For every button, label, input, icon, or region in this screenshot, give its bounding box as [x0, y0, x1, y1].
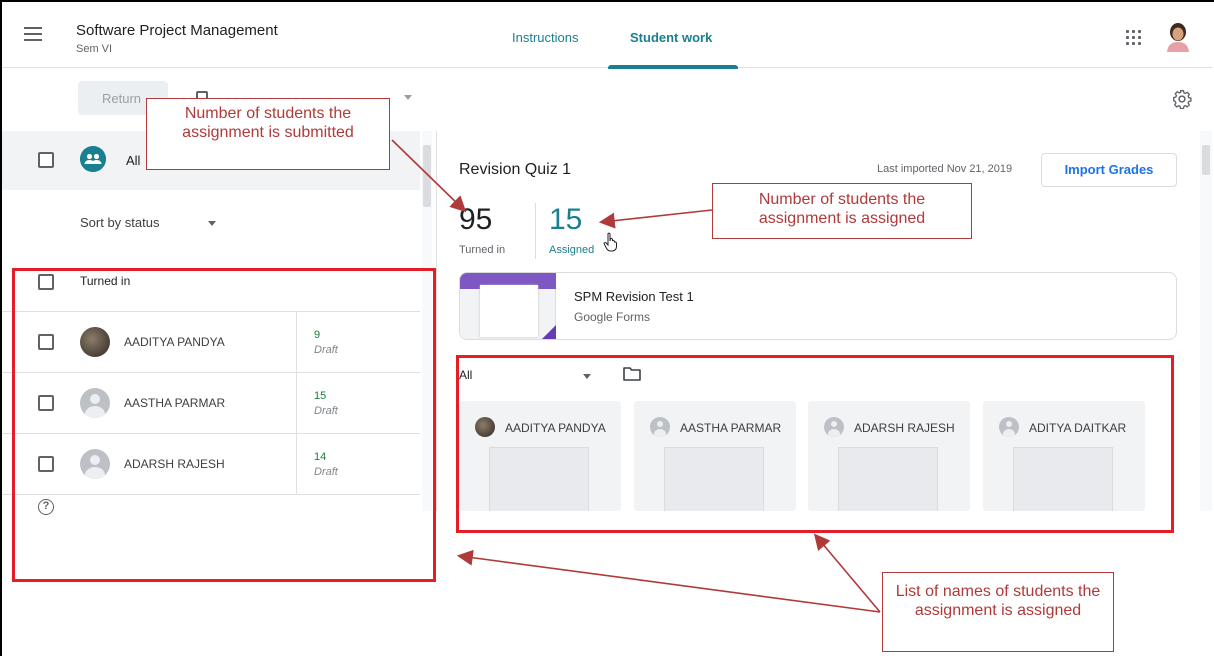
tab-student-work[interactable]: Student work — [630, 30, 712, 45]
avatar — [80, 327, 110, 357]
student-work-card[interactable]: AASTHA PARMAR — [634, 401, 796, 511]
attachment-title: SPM Revision Test 1 — [574, 289, 694, 304]
student-checkbox[interactable] — [38, 334, 54, 350]
app-header: Software Project Management Sem VI Instr… — [2, 2, 1212, 69]
turned-in-label: Turned in — [459, 244, 506, 256]
student-checkbox[interactable] — [38, 456, 54, 472]
callout-submitted: Number of students the assignment is sub… — [146, 98, 390, 170]
student-name: ADARSH RAJESH — [124, 457, 225, 471]
select-all-checkbox[interactable] — [38, 152, 54, 168]
divider — [296, 373, 297, 433]
hand-pointer-icon — [603, 232, 617, 252]
course-title: Software Project Management — [76, 22, 278, 39]
user-avatar[interactable] — [1164, 22, 1192, 52]
student-name: AASTHA PARMAR — [680, 421, 782, 435]
grade-status: Draft — [314, 466, 338, 478]
assigned-count[interactable]: 15 — [549, 203, 582, 237]
help-icon[interactable]: ? — [38, 499, 54, 515]
google-forms-thumbnail — [460, 273, 556, 339]
grade-status: Draft — [314, 405, 338, 417]
hamburger-menu-icon[interactable] — [24, 27, 42, 41]
table-row[interactable]: AASTHA PARMAR 15 Draft — [2, 373, 420, 433]
avatar — [475, 417, 495, 437]
left-scrollbar[interactable] — [422, 131, 432, 511]
student-name: AADITYA PANDYA — [124, 335, 225, 349]
chevron-down-icon[interactable] — [208, 221, 216, 226]
student-work-card[interactable]: AADITYA PANDYA — [459, 401, 621, 511]
callout-student-list: List of names of students the assignment… — [882, 572, 1114, 652]
attachment-card[interactable]: SPM Revision Test 1 Google Forms — [459, 272, 1177, 340]
right-scrollbar[interactable] — [1200, 131, 1212, 511]
sort-by-status-dropdown[interactable]: Sort by status — [80, 215, 159, 230]
student-list-panel: All Sort by status Turned in AADITYA PAN… — [2, 131, 420, 511]
assignment-title: Revision Quiz 1 — [459, 161, 572, 178]
avatar — [80, 449, 110, 479]
divider — [535, 203, 536, 259]
google-apps-grid-icon[interactable] — [1126, 30, 1142, 46]
gear-icon[interactable] — [1172, 89, 1192, 109]
student-name: ADARSH RAJESH — [854, 421, 955, 435]
divider — [296, 312, 297, 372]
student-work-card[interactable]: ADITYA DAITKAR — [983, 401, 1145, 511]
avatar — [650, 417, 670, 437]
all-students-label: All — [126, 153, 141, 168]
avatar — [824, 417, 844, 437]
group-icon — [80, 146, 106, 172]
filter-dropdown[interactable]: All — [459, 368, 472, 382]
student-name: AASTHA PARMAR — [124, 396, 226, 410]
student-grade[interactable]: 14 — [314, 451, 326, 463]
student-grade[interactable]: 15 — [314, 390, 326, 402]
divider — [296, 434, 297, 494]
chevron-down-icon[interactable] — [404, 95, 412, 100]
student-name: ADITYA DAITKAR — [1029, 421, 1127, 435]
callout-assigned: Number of students the assignment is ass… — [712, 183, 972, 239]
turned-in-checkbox[interactable] — [38, 274, 54, 290]
student-work-card[interactable]: ADARSH RAJESH — [808, 401, 970, 511]
last-imported-text: Last imported Nov 21, 2019 — [877, 163, 1013, 175]
grade-status: Draft — [314, 344, 338, 356]
import-grades-button[interactable]: Import Grades — [1041, 153, 1177, 187]
table-row[interactable]: AADITYA PANDYA 9 Draft — [2, 312, 420, 372]
tab-instructions[interactable]: Instructions — [512, 30, 578, 45]
attachment-type: Google Forms — [574, 310, 651, 324]
table-row[interactable]: ADARSH RAJESH 14 Draft — [2, 434, 420, 494]
student-checkbox[interactable] — [38, 395, 54, 411]
work-thumbnail — [664, 447, 764, 511]
work-thumbnail — [1013, 447, 1113, 511]
work-thumbnail — [838, 447, 938, 511]
work-thumbnail — [489, 447, 589, 511]
folder-icon[interactable] — [623, 367, 641, 381]
chevron-down-icon[interactable] — [583, 374, 591, 379]
divider — [2, 494, 420, 495]
avatar — [999, 417, 1019, 437]
turned-in-count[interactable]: 95 — [459, 203, 492, 237]
assigned-label[interactable]: Assigned — [549, 244, 594, 256]
student-grade[interactable]: 9 — [314, 329, 320, 341]
course-section: Sem VI — [76, 43, 113, 55]
avatar — [80, 388, 110, 418]
student-name: AADITYA PANDYA — [505, 421, 606, 435]
turned-in-section-heading: Turned in — [80, 274, 131, 288]
